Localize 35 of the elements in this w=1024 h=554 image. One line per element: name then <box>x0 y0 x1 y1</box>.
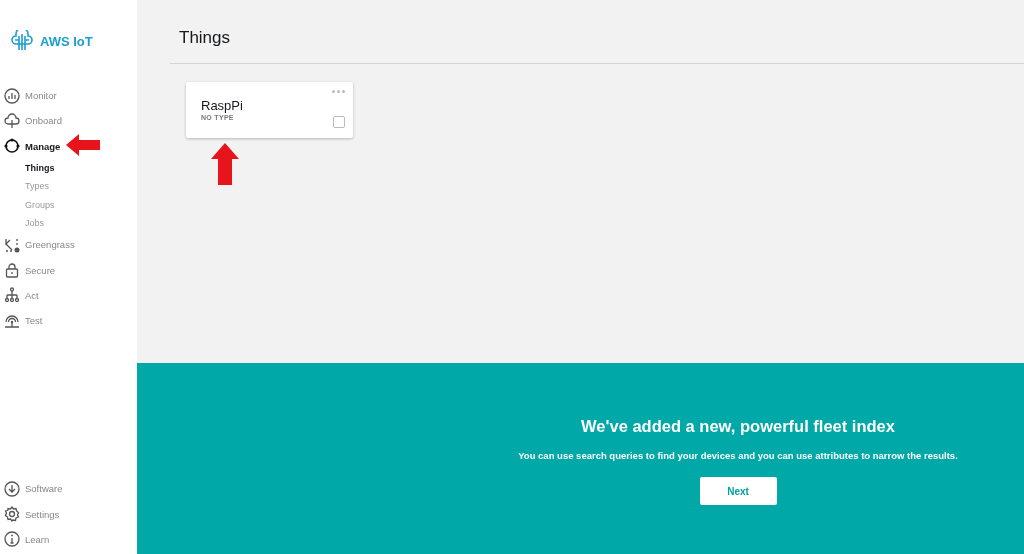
brand-name: AWS IoT <box>40 33 93 49</box>
annotation-arrow <box>211 143 239 185</box>
lock-icon <box>4 262 20 278</box>
info-icon <box>4 531 20 548</box>
nav-item[interactable]: Settings <box>4 501 60 527</box>
next-button[interactable]: Next <box>699 477 777 505</box>
nav-item[interactable]: Manage <box>4 133 61 159</box>
nav-item[interactable]: Act <box>4 282 39 308</box>
greengrass-icon <box>4 236 20 253</box>
antenna-icon <box>4 312 20 329</box>
settings-icon <box>4 506 20 523</box>
page-title: Things <box>178 27 232 49</box>
nav-item[interactable]: Onboard <box>4 108 62 134</box>
banner-text: You can use search queries to find your devices and you can use attributes to narrow the results. <box>518 450 958 461</box>
logo-icon <box>10 30 34 52</box>
chart-icon <box>4 87 20 104</box>
banner-title: We've added a new, powerful fleet index <box>581 417 895 436</box>
checkbox[interactable] <box>333 116 345 128</box>
download-icon <box>4 480 20 497</box>
nav-subitem[interactable]: Types <box>4 177 49 196</box>
nav-item[interactable]: Monitor <box>4 83 57 109</box>
nav-item[interactable]: Greengrass <box>4 232 75 258</box>
nav-subitem[interactable]: Things <box>4 158 55 178</box>
nav-subitem[interactable]: Groups <box>4 195 55 214</box>
hierarchy-icon <box>4 287 20 304</box>
nav-item[interactable]: Software <box>4 476 63 502</box>
nav-item[interactable]: Secure <box>4 257 56 283</box>
nav-item[interactable]: Learn <box>4 526 50 552</box>
annotation-arrow <box>66 134 100 156</box>
nav-subitem[interactable]: Jobs <box>4 213 44 233</box>
nav-item[interactable]: Test <box>4 307 43 334</box>
more-icon[interactable] <box>332 90 345 93</box>
thing-name: RaspPi <box>201 98 243 113</box>
cloud-icon <box>4 112 20 129</box>
manage-icon <box>4 138 20 155</box>
